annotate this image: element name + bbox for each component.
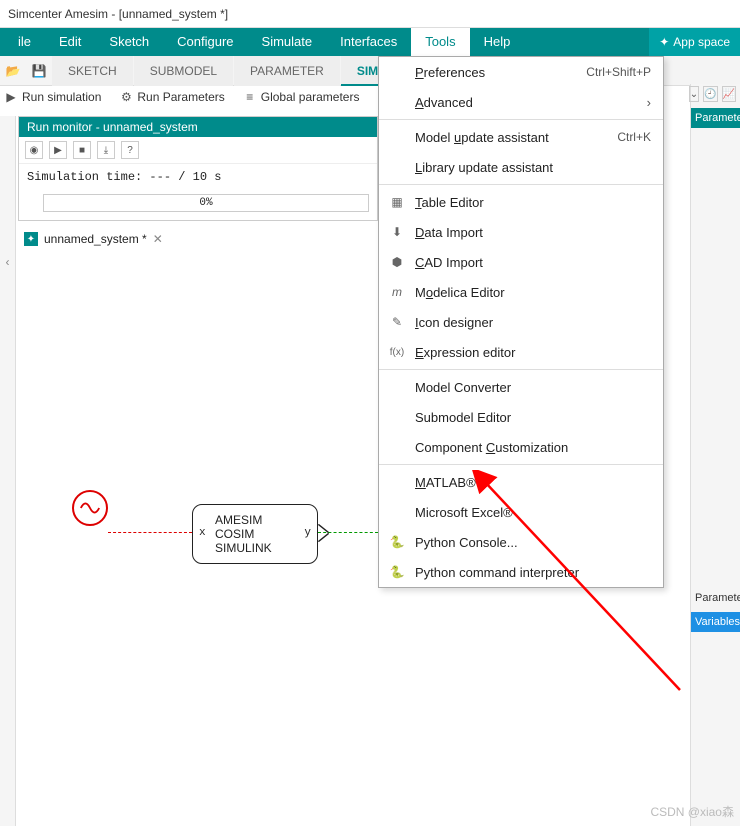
menu-library-update[interactable]: Library update assistant — [379, 152, 663, 182]
menu-separator — [379, 119, 663, 120]
menu-data-import[interactable]: ⬇ Data Import — [379, 217, 663, 247]
cosim-block[interactable]: x y AMESIM COSIM SIMULINK — [192, 504, 318, 564]
function-icon: f(x) — [389, 344, 405, 360]
menu-separator — [379, 369, 663, 370]
tab-parameter[interactable]: PARAMETER — [234, 56, 340, 86]
menu-interfaces[interactable]: Interfaces — [326, 28, 411, 56]
pencil-icon: ✎ — [389, 314, 405, 330]
triangle-port-icon — [318, 525, 328, 541]
menu-tools[interactable]: Tools — [411, 28, 469, 56]
list-icon: ≡ — [243, 90, 257, 104]
gear-icon: ⚙ — [119, 90, 133, 104]
menu-submodel-editor[interactable]: Submodel Editor — [379, 402, 663, 432]
cube-icon: ⬢ — [389, 254, 405, 270]
menu-python-interpreter[interactable]: 🐍 Python command interpreter — [379, 557, 663, 587]
tab-sketch[interactable]: SKETCH — [52, 56, 133, 86]
shortcut-label: Ctrl+K — [617, 130, 651, 144]
python-icon: 🐍 — [389, 564, 405, 580]
menubar: ile Edit Sketch Configure Simulate Inter… — [0, 28, 740, 56]
menu-preferences[interactable]: Preferences Ctrl+Shift+P — [379, 57, 663, 87]
port-in-label: x — [199, 527, 206, 539]
clock-icon[interactable]: 🕘 — [703, 86, 717, 102]
block-line2: COSIM — [215, 527, 272, 541]
simulation-time-label: Simulation time: --- / 10 s — [19, 164, 377, 190]
menu-separator — [379, 184, 663, 185]
run-simulation-button[interactable]: ▶ Run simulation — [4, 90, 101, 104]
document-tab[interactable]: ✦ unnamed_system * ✕ — [24, 232, 163, 246]
window-title: Simcenter Amesim - [unnamed_system *] — [8, 7, 228, 21]
menu-simulate[interactable]: Simulate — [248, 28, 327, 56]
sine-wave-icon — [79, 497, 101, 519]
menu-modelica-editor[interactable]: m Modelica Editor — [379, 277, 663, 307]
progress-bar: 0% — [43, 194, 369, 212]
collapse-icon[interactable]: ‹ — [2, 256, 14, 268]
app-space-label: App space — [673, 35, 730, 49]
menu-help[interactable]: Help — [470, 28, 525, 56]
play-icon: ▶ — [4, 90, 18, 104]
document-name: unnamed_system * — [44, 232, 147, 246]
run-parameters-label: Run Parameters — [137, 90, 224, 104]
menu-sketch[interactable]: Sketch — [95, 28, 163, 56]
run-monitor-title: Run monitor - unnamed_system — [19, 117, 377, 137]
block-line3: SIMULINK — [215, 541, 272, 555]
menu-icon-designer[interactable]: ✎ Icon designer — [379, 307, 663, 337]
menu-edit[interactable]: Edit — [45, 28, 95, 56]
menu-matlab[interactable]: MATLAB® — [379, 467, 663, 497]
python-icon: 🐍 — [389, 534, 405, 550]
global-parameters-label: Global parameters — [261, 90, 360, 104]
window-titlebar: Simcenter Amesim - [unnamed_system *] — [0, 0, 740, 28]
tools-dropdown: Preferences Ctrl+Shift+P Advanced › Mode… — [378, 56, 664, 588]
import-icon: ⬇ — [389, 224, 405, 240]
run-simulation-label: Run simulation — [22, 90, 101, 104]
menu-cad-import[interactable]: ⬢ CAD Import — [379, 247, 663, 277]
menu-separator — [379, 464, 663, 465]
menu-file[interactable]: ile — [4, 28, 45, 56]
wire-output — [318, 532, 378, 533]
run-monitor: Run monitor - unnamed_system ◉ ▶ ■ ⤓ ? S… — [18, 116, 378, 221]
port-out-label: y — [304, 527, 311, 539]
right-panel: ⌄ 🕘 📈 Parameters Parameters Variables — [690, 84, 740, 826]
menu-excel[interactable]: Microsoft Excel® — [379, 497, 663, 527]
signal-source-node[interactable] — [72, 490, 108, 526]
menu-component-customization[interactable]: Component Customization — [379, 432, 663, 462]
help-icon[interactable]: ? — [121, 141, 139, 159]
step-icon[interactable]: ⤓ — [97, 141, 115, 159]
open-icon[interactable]: 📂 — [2, 60, 24, 82]
app-space-button[interactable]: ✦ App space — [649, 28, 740, 56]
menu-configure[interactable]: Configure — [163, 28, 247, 56]
menu-model-update[interactable]: Model update assistant Ctrl+K — [379, 122, 663, 152]
play-icon[interactable]: ▶ — [49, 141, 67, 159]
menu-table-editor[interactable]: ▦ Table Editor — [379, 187, 663, 217]
menu-model-converter[interactable]: Model Converter — [379, 372, 663, 402]
block-line1: AMESIM — [215, 513, 272, 527]
watermark: CSDN @xiao森 — [650, 803, 734, 820]
menu-advanced[interactable]: Advanced › — [379, 87, 663, 117]
left-gutter: ‹ — [0, 116, 16, 826]
save-icon[interactable]: 💾 — [28, 60, 50, 82]
progress-label: 0% — [44, 195, 368, 211]
record-icon[interactable]: ◉ — [25, 141, 43, 159]
tab-submodel[interactable]: SUBMODEL — [134, 56, 233, 86]
right-tab-parameters[interactable]: Parameters — [691, 108, 740, 128]
chart-icon[interactable]: 📈 — [722, 86, 736, 102]
close-icon[interactable]: ✕ — [153, 232, 163, 246]
modelica-icon: m — [389, 284, 405, 300]
document-icon: ✦ — [24, 232, 38, 246]
grid-icon: ▦ — [389, 194, 405, 210]
chevron-down-icon[interactable]: ⌄ — [689, 86, 699, 102]
menu-python-console[interactable]: 🐍 Python Console... — [379, 527, 663, 557]
right-tab-variables[interactable]: Variables — [691, 612, 740, 632]
stop-icon[interactable]: ■ — [73, 141, 91, 159]
run-parameters-button[interactable]: ⚙ Run Parameters — [119, 90, 224, 104]
menu-expression-editor[interactable]: f(x) Expression editor — [379, 337, 663, 367]
shortcut-label: Ctrl+Shift+P — [586, 65, 651, 79]
wire-input — [108, 532, 192, 533]
chevron-right-icon: › — [647, 95, 651, 110]
app-space-icon: ✦ — [659, 35, 669, 49]
right-tab-parameters2[interactable]: Parameters — [691, 588, 740, 608]
global-parameters-button[interactable]: ≡ Global parameters — [243, 90, 360, 104]
